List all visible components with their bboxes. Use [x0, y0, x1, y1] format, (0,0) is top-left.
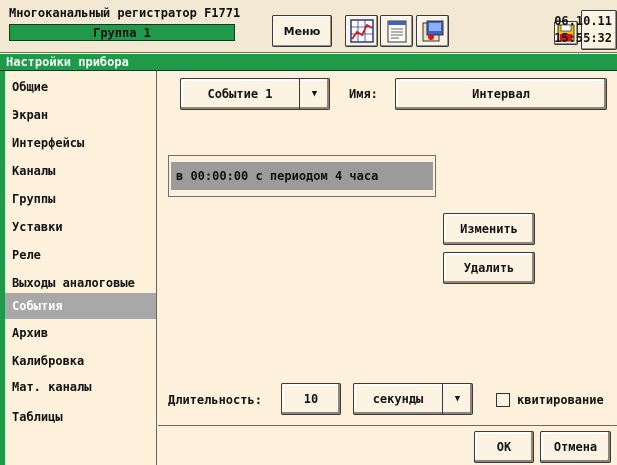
window-title-bar: Настройки прибора — [0, 54, 617, 71]
group-indicator[interactable]: Группа 1 — [9, 24, 235, 41]
chevron-down-icon: ▼ — [442, 384, 472, 414]
sidebar-item-calibration[interactable]: Калибровка — [5, 350, 156, 372]
sidebar-item-events[interactable]: События — [5, 293, 156, 319]
notepad-button[interactable] — [380, 15, 413, 47]
sidebar-item-relays[interactable]: Реле — [5, 244, 156, 266]
ok-button[interactable]: OK — [474, 431, 534, 463]
sidebar-item-general[interactable]: Общие — [5, 76, 156, 98]
ack-checkbox[interactable] — [496, 393, 510, 407]
divider — [158, 425, 617, 426]
delete-button[interactable]: Удалить — [443, 252, 535, 284]
duration-label: Длительность: — [168, 393, 262, 407]
cancel-button[interactable]: Отмена — [540, 431, 611, 463]
change-button[interactable]: Изменить — [443, 213, 535, 245]
date-display: 06.10.11 — [554, 14, 612, 28]
duration-unit-select[interactable]: секунды ▼ — [353, 383, 473, 415]
event-name-field[interactable]: Интервал — [395, 78, 607, 110]
device-title: Многоканальный регистратор F1771 — [9, 6, 241, 20]
sidebar-item-analog-outputs[interactable]: Выходы аналоговые — [5, 272, 156, 294]
sidebar-item-setpoints[interactable]: Уставки — [5, 216, 156, 238]
datetime-box: 06.10.11 15:55:32 — [554, 10, 617, 50]
sidebar-item-groups[interactable]: Группы — [5, 188, 156, 210]
sidebar-item-screen[interactable]: Экран — [5, 104, 156, 126]
sidebar-item-math-channels[interactable]: Мат. каналы — [5, 376, 156, 398]
sidebar-item-tables[interactable]: Таблицы — [5, 406, 156, 428]
window-title: Настройки прибора — [6, 55, 129, 69]
event-selector-value: Событие 1 — [207, 87, 273, 101]
sidebar-item-channels[interactable]: Каналы — [5, 160, 156, 182]
list-item[interactable]: в 00:00:00 с периодом 4 часа — [171, 162, 433, 190]
sidebar-item-archive[interactable]: Архив — [5, 322, 156, 344]
archive-icon — [422, 20, 443, 42]
chart-button[interactable] — [345, 15, 378, 47]
name-label: Имя: — [349, 87, 378, 101]
time-display: 15:55:32 — [554, 31, 612, 45]
notepad-icon — [387, 20, 406, 43]
event-condition-list: в 00:00:00 с периодом 4 часа — [168, 155, 436, 197]
duration-unit-value: секунды — [372, 392, 424, 406]
ack-label: квитирование — [517, 393, 604, 407]
group-label: Группа 1 — [93, 26, 151, 40]
chevron-down-icon: ▼ — [299, 79, 329, 109]
event-selector[interactable]: Событие 1 ▼ — [180, 78, 330, 110]
sidebar-item-interfaces[interactable]: Интерфейсы — [5, 132, 156, 154]
menu-button[interactable]: Меню — [272, 15, 332, 47]
settings-sidebar: Общие Экран Интерфейсы Каналы Группы Уст… — [0, 71, 157, 465]
archive-button[interactable] — [416, 15, 449, 47]
duration-input[interactable]: 10 — [281, 383, 341, 415]
chart-icon — [349, 19, 374, 43]
